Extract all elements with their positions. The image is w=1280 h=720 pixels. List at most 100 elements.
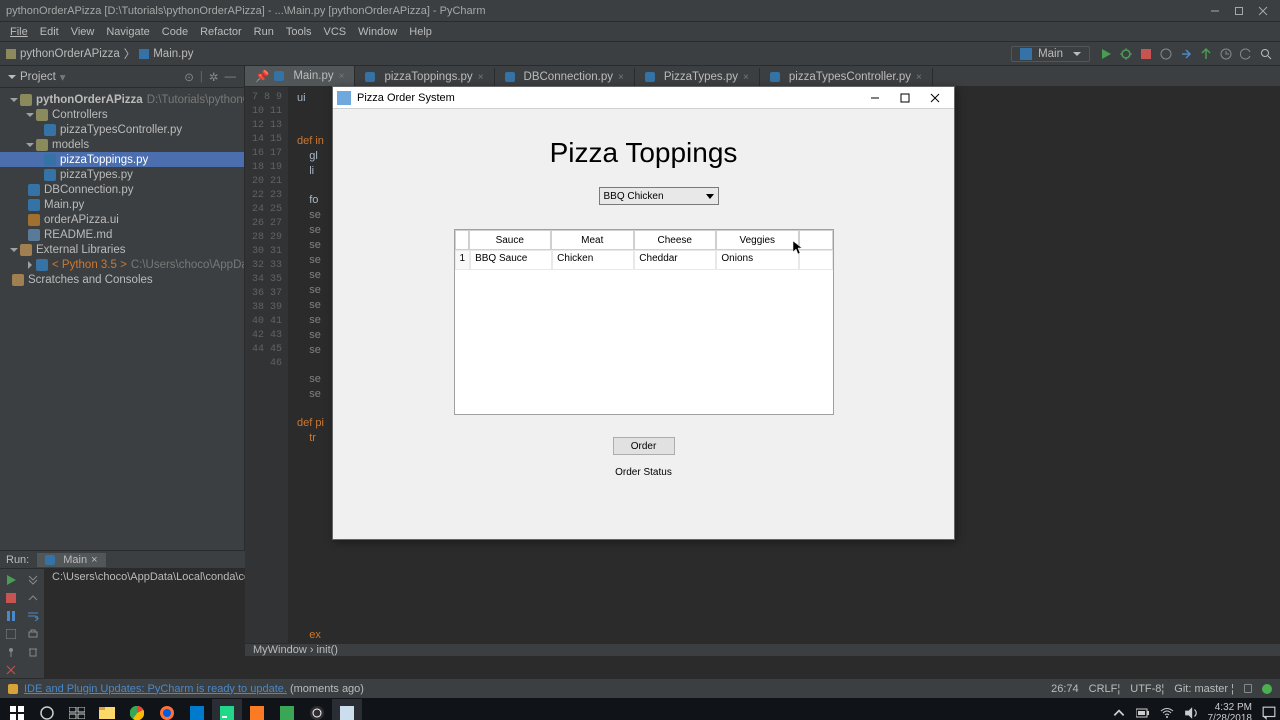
vcs-history-button[interactable] [1218,46,1234,62]
editor-tab[interactable]: DBConnection.py× [495,68,635,86]
run-config-selector[interactable]: Main [1011,46,1090,62]
breadcrumb-file[interactable]: Main.py [153,48,193,60]
notification-icon[interactable] [8,684,18,694]
cell[interactable]: BBQ Sauce [470,250,552,270]
firefox-icon[interactable] [152,699,182,720]
order-button[interactable]: Order [613,437,675,455]
git-branch[interactable]: Git: master ¦ [1174,683,1234,695]
line-ending[interactable]: CRLF¦ [1089,683,1121,695]
up-stack-button[interactable] [26,591,40,605]
menu-navigate[interactable]: Navigate [100,26,155,38]
column-header[interactable]: Veggies [716,230,799,250]
editor-tab[interactable]: pizzaToppings.py× [355,68,494,86]
status-indicator-icon[interactable] [1262,684,1272,694]
vcs-commit-button[interactable] [1198,46,1214,62]
pin-button[interactable] [4,645,18,659]
tree-folder-models[interactable]: models [0,137,244,152]
pause-button[interactable] [4,609,18,623]
rerun-button[interactable] [4,573,18,587]
menu-view[interactable]: View [65,26,101,38]
stop-button[interactable] [1138,46,1154,62]
tree-external-libraries[interactable]: External Libraries [0,242,244,257]
tree-file-selected[interactable]: pizzaToppings.py [0,152,244,167]
table-row[interactable]: 1 BBQ Sauce Chicken Cheddar Onions [455,250,833,270]
column-header[interactable]: Cheese [634,230,717,250]
tree-file[interactable]: Main.py [0,197,244,212]
cortana-button[interactable] [32,699,62,720]
soft-wrap-button[interactable] [26,609,40,623]
print-button[interactable] [26,627,40,641]
pizza-type-combobox[interactable]: BBQ Chicken [599,187,719,205]
close-tab-icon[interactable]: × [339,71,345,82]
tray-up-icon[interactable] [1112,706,1126,720]
close-button[interactable] [1252,3,1274,19]
menu-run[interactable]: Run [248,26,280,38]
menu-edit[interactable]: Edit [34,26,65,38]
editor-breadcrumbs[interactable]: MyWindow › init() [245,643,1280,656]
vcs-revert-button[interactable] [1238,46,1254,62]
qt-app-icon[interactable] [332,699,362,720]
lock-icon[interactable] [1244,684,1252,693]
menu-refactor[interactable]: Refactor [194,26,248,38]
profile-button[interactable] [1158,46,1174,62]
volume-icon[interactable] [1184,706,1198,720]
tree-scratches[interactable]: Scratches and Consoles [0,272,244,287]
close-button[interactable] [4,663,18,677]
obs-icon[interactable] [302,699,332,720]
vcs-update-button[interactable] [1178,46,1194,62]
breadcrumb-root[interactable]: pythonOrderAPizza [20,48,120,60]
file-explorer-icon[interactable] [92,699,122,720]
dialog-close-button[interactable] [920,88,950,108]
autoscroll-icon[interactable]: ⊙ [184,70,194,84]
column-header[interactable]: Meat [551,230,634,250]
menu-vcs[interactable]: VCS [318,26,353,38]
tree-python-interpreter[interactable]: < Python 3.5 >C:\Users\choco\AppData\Loc… [0,257,244,272]
debug-button[interactable] [1118,46,1134,62]
cell[interactable]: Cheddar [634,250,716,270]
column-header[interactable]: Sauce [469,230,552,250]
stop-button[interactable] [4,591,18,605]
xampp-icon[interactable] [242,699,272,720]
tree-file[interactable]: orderAPizza.ui [0,212,244,227]
clock[interactable]: 4:32 PM7/28/2018 [1208,702,1253,720]
notification-center-icon[interactable] [1262,706,1276,720]
toppings-table[interactable]: Sauce Meat Cheese Veggies 1 BBQ Sauce Ch… [454,229,834,415]
restore-layout-button[interactable] [4,627,18,641]
tree-file[interactable]: DBConnection.py [0,182,244,197]
wifi-icon[interactable] [1160,706,1174,720]
menu-tools[interactable]: Tools [280,26,318,38]
clear-all-button[interactable] [26,645,40,659]
breadcrumb[interactable]: pythonOrderAPizza 〉 Main.py [6,46,194,62]
scroll-to-end-button[interactable] [26,573,40,587]
menu-code[interactable]: Code [156,26,194,38]
battery-icon[interactable] [1136,706,1150,720]
dialog-maximize-button[interactable] [890,88,920,108]
tree-file[interactable]: pizzaTypesController.py [0,122,244,137]
dialog-minimize-button[interactable] [860,88,890,108]
tree-file[interactable]: pizzaTypes.py [0,167,244,182]
chrome-icon[interactable] [122,699,152,720]
tree-file[interactable]: README.md [0,227,244,242]
menu-help[interactable]: Help [403,26,438,38]
search-everywhere-button[interactable] [1258,46,1274,62]
system-tray[interactable]: 4:32 PM7/28/2018 [1112,702,1279,720]
file-encoding[interactable]: UTF-8¦ [1130,683,1164,695]
editor-tab[interactable]: PizzaTypes.py× [635,68,760,86]
hide-tool-window-icon[interactable]: — [225,71,237,83]
project-header-label[interactable]: Project [20,71,56,83]
pycharm-icon[interactable] [212,699,242,720]
run-button[interactable] [1098,46,1114,62]
editor-body[interactable]: 7 8 9 10 11 12 13 14 15 16 17 18 19 20 2… [245,87,1280,643]
status-message[interactable]: IDE and Plugin Updates: PyCharm is ready… [24,683,364,695]
minimize-button[interactable] [1204,3,1226,19]
start-button[interactable] [2,699,32,720]
cell[interactable]: Onions [716,250,798,270]
run-tab[interactable]: Main× [37,553,105,567]
editor-tab-main[interactable]: 📌Main.py× [245,66,355,86]
menu-file[interactable]: File [4,26,34,38]
cursor-position[interactable]: 26:74 [1051,683,1079,695]
app-icon[interactable] [272,699,302,720]
vscode-icon[interactable] [182,699,212,720]
tree-folder-controllers[interactable]: Controllers [0,107,244,122]
maximize-button[interactable] [1228,3,1250,19]
